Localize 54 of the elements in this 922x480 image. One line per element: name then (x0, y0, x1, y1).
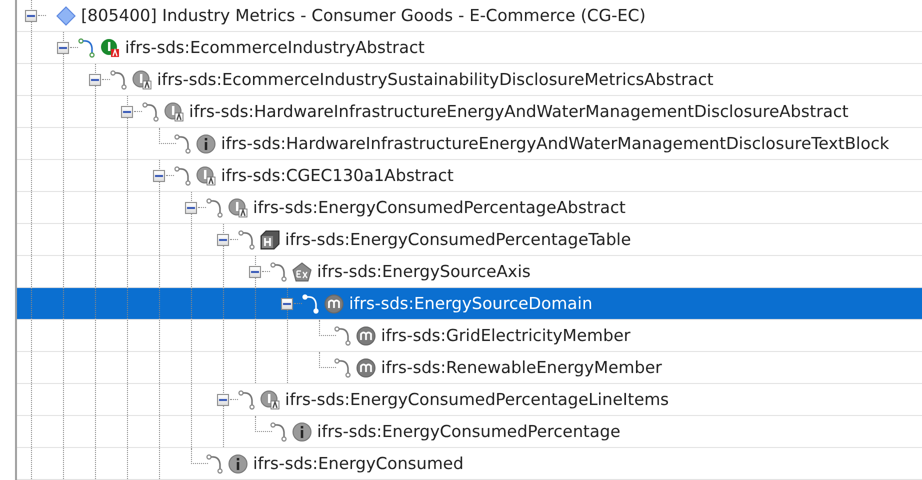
tree-row[interactable]: ifrs-sds:EcommerceIndustrySustainabilityDisclosureMetricsAbstract (17, 64, 922, 96)
member-icon (324, 294, 344, 314)
node-label: ifrs-sds:GridElectricityMember (381, 326, 630, 345)
collapse-toggle[interactable] (57, 42, 69, 54)
tree-row[interactable]: [805400] Industry Metrics - Consumer Goods - E-Commerce (CG-EC) (17, 0, 922, 32)
node-label: ifrs-sds:EnergySourceAxis (317, 262, 531, 281)
collapse-toggle[interactable] (185, 202, 197, 214)
tree-row[interactable]: ifrs-sds:GridElectricityMember (17, 320, 922, 352)
collapse-toggle[interactable] (281, 298, 293, 310)
info-icon (196, 134, 216, 154)
tree-row[interactable]: ifrs-sds:CGEC130a1Abstract (17, 160, 922, 192)
abstract-icon (164, 102, 184, 122)
node-label: ifrs-sds:EnergyConsumedPercentageTable (285, 230, 632, 249)
cube-icon (260, 230, 280, 250)
node-label: ifrs-sds:EnergyConsumedPercentageLineItems (285, 390, 669, 409)
collapse-toggle[interactable] (153, 170, 165, 182)
collapse-toggle[interactable] (25, 10, 37, 22)
collapse-toggle[interactable] (217, 394, 229, 406)
tree-row[interactable]: ifrs-sds:RenewableEnergyMember (17, 352, 922, 384)
pentagon-icon (292, 262, 312, 282)
node-label: ifrs-sds:EnergyConsumed (253, 454, 464, 473)
collapse-toggle[interactable] (121, 106, 133, 118)
node-label: ifrs-sds:RenewableEnergyMember (381, 358, 662, 377)
collapse-toggle[interactable] (217, 234, 229, 246)
member-icon (356, 358, 376, 378)
tree-row[interactable]: ifrs-sds:HardwareInfrastructureEnergyAndWaterManagementDisclosureTextBlock (17, 128, 922, 160)
abstract-icon (260, 390, 280, 410)
node-label: ifrs-sds:EcommerceIndustrySustainabilityDisclosureMetricsAbstract (157, 70, 714, 89)
tree-row[interactable]: ifrs-sds:HardwareInfrastructureEnergyAndWaterManagementDisclosureAbstract (17, 96, 922, 128)
tree-row[interactable]: ifrs-sds:EnergySourceDomain (17, 288, 922, 320)
tree-row[interactable]: ifrs-sds:EnergyConsumedPercentageAbstract (17, 192, 922, 224)
node-label: ifrs-sds:EnergyConsumedPercentageAbstract (253, 198, 626, 217)
node-label: ifrs-sds:EnergySourceDomain (349, 294, 592, 313)
tree-row[interactable]: ifrs-sds:EnergyConsumedPercentageLineItems (17, 384, 922, 416)
info-icon (292, 422, 312, 442)
collapse-toggle[interactable] (89, 74, 101, 86)
diamond-icon (56, 6, 76, 26)
node-label: ifrs-sds:HardwareInfrastructureEnergyAndWaterManagementDisclosureAbstract (189, 102, 849, 121)
member-icon (356, 326, 376, 346)
node-label: ifrs-sds:HardwareInfrastructureEnergyAndWaterManagementDisclosureTextBlock (221, 134, 890, 153)
abstract-icon (132, 70, 152, 90)
node-label: ifrs-sds:CGEC130a1Abstract (221, 166, 454, 185)
node-label: ifrs-sds:EcommerceIndustryAbstract (125, 38, 425, 57)
node-label: ifrs-sds:EnergyConsumedPercentage (317, 422, 620, 441)
tree-row[interactable]: ifrs-sds:EcommerceIndustryAbstract (17, 32, 922, 64)
abstract-icon (100, 38, 120, 58)
abstract-icon (228, 198, 248, 218)
abstract-icon (196, 166, 216, 186)
tree-row[interactable]: ifrs-sds:EnergyConsumed (17, 448, 922, 480)
tree-row[interactable]: ifrs-sds:EnergyConsumedPercentageTable (17, 224, 922, 256)
node-label: [805400] Industry Metrics - Consumer Goods - E-Commerce (CG-EC) (81, 6, 646, 25)
info-icon (228, 454, 248, 474)
collapse-toggle[interactable] (249, 266, 261, 278)
tree-row[interactable]: ifrs-sds:EnergyConsumedPercentage (17, 416, 922, 448)
